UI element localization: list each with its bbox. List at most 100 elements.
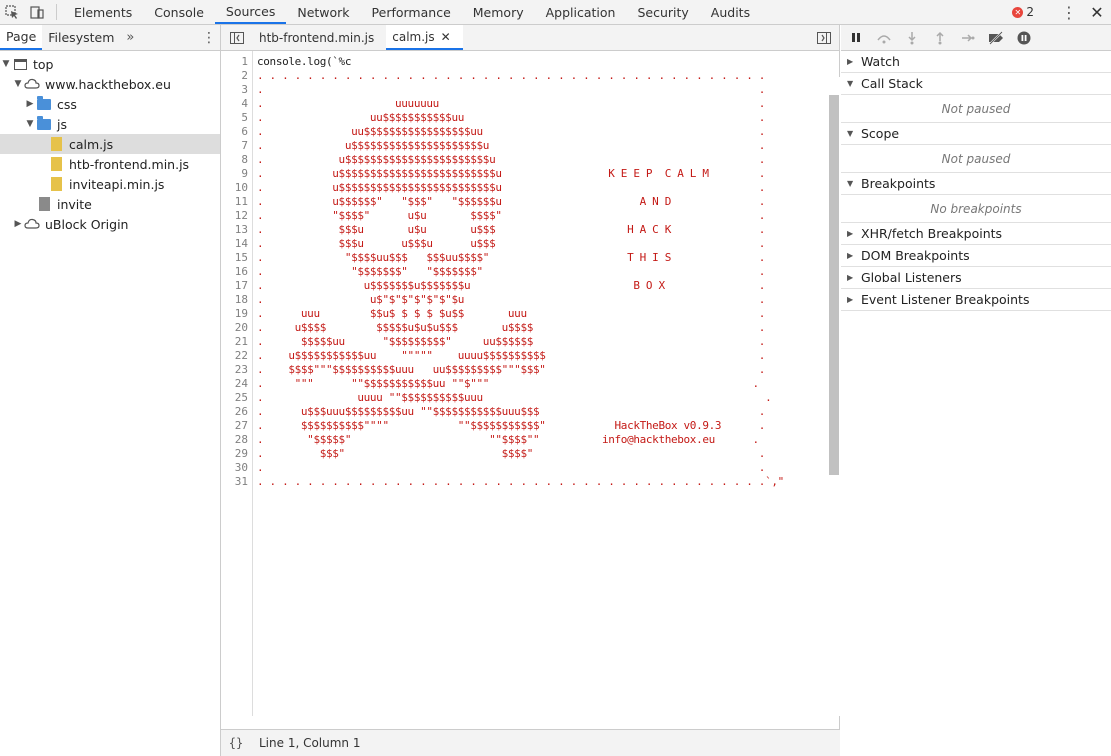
error-counter[interactable]: ✕ 2 <box>1004 5 1042 19</box>
close-tab-icon[interactable]: ✕ <box>441 30 451 44</box>
section-watch[interactable]: ▶ Watch <box>841 51 1111 73</box>
kebab-icon[interactable]: ⋮ <box>198 25 220 50</box>
code-line: . $$$u u$u u$$$ H A C K . <box>257 223 766 236</box>
tree-item-js[interactable]: ▼ js <box>0 114 220 134</box>
line-number[interactable]: 15 <box>221 251 252 265</box>
toggle-navigator-icon[interactable] <box>221 25 253 50</box>
line-number[interactable]: 5 <box>221 111 252 125</box>
line-number[interactable]: 12 <box>221 209 252 223</box>
section-title: Breakpoints <box>861 176 936 191</box>
code-line: . uuuu ""$$$$$$$$$$uuu . <box>257 391 772 404</box>
tree-item-css[interactable]: ▶ css <box>0 94 220 114</box>
tree-item-inviteapi[interactable]: inviteapi.min.js <box>0 174 220 194</box>
expand-triangle-icon: ▼ <box>847 129 854 138</box>
line-number[interactable]: 27 <box>221 419 252 433</box>
tree-item-domain[interactable]: ▼ www.hackthebox.eu <box>0 74 220 94</box>
collapse-triangle-icon[interactable]: ▶ <box>12 219 24 229</box>
pretty-print-button[interactable]: {} <box>221 736 251 750</box>
tree-item-ublock[interactable]: ▶ uBlock Origin <box>0 214 220 234</box>
code-line: . """ ""$$$$$$$$$$$uu ""$""" . <box>257 377 759 390</box>
tab-calm-js[interactable]: calm.js ✕ <box>386 25 463 50</box>
code-line: . u$$$uuu$$$$$$$$$uu ""$$$$$$$$$$$uuu$$$… <box>257 405 766 418</box>
tab-application[interactable]: Application <box>535 0 627 24</box>
chevron-right-double-icon[interactable]: » <box>126 25 134 50</box>
tab-page[interactable]: Page <box>0 25 43 50</box>
line-number[interactable]: 21 <box>221 335 252 349</box>
tab-htb-frontend[interactable]: htb-frontend.min.js <box>253 25 386 50</box>
line-number[interactable]: 10 <box>221 181 252 195</box>
tab-security[interactable]: Security <box>626 0 699 24</box>
line-number[interactable]: 20 <box>221 321 252 335</box>
expand-triangle-icon[interactable]: ▼ <box>0 59 12 69</box>
tree-item-top[interactable]: ▼ top <box>0 54 220 74</box>
cloud-icon <box>24 217 40 231</box>
device-toolbar-icon[interactable] <box>25 0 50 24</box>
tab-console[interactable]: Console <box>143 0 215 24</box>
line-number[interactable]: 13 <box>221 223 252 237</box>
line-number[interactable]: 4 <box>221 97 252 111</box>
tree-item-invite[interactable]: invite <box>0 194 220 214</box>
tree-item-label: top <box>33 56 54 72</box>
expand-triangle-icon[interactable]: ▼ <box>12 79 24 89</box>
tab-audits[interactable]: Audits <box>700 0 761 24</box>
line-number[interactable]: 22 <box>221 349 252 363</box>
code-line: . uuuuuuu . <box>257 97 766 110</box>
line-number[interactable]: 25 <box>221 391 252 405</box>
line-number[interactable]: 3 <box>221 83 252 97</box>
tab-filesystem[interactable]: Filesystem <box>42 25 120 50</box>
collapse-triangle-icon: ▶ <box>847 57 854 66</box>
code-area[interactable]: 1 2 3 4 5 6 7 8 9 10 11 12 13 14 15 16 17 18 19 20 21 22 23 24 2… <box>221 51 840 716</box>
line-number[interactable]: 30 <box>221 461 252 475</box>
tab-performance[interactable]: Performance <box>361 0 462 24</box>
tree-item-htb-frontend[interactable]: htb-frontend.min.js <box>0 154 220 174</box>
line-number[interactable]: 8 <box>221 153 252 167</box>
line-number[interactable]: 11 <box>221 195 252 209</box>
section-event-listener-breakpoints[interactable]: ▶ Event Listener Breakpoints <box>841 289 1111 311</box>
tab-memory[interactable]: Memory <box>462 0 535 24</box>
section-xhr-breakpoints[interactable]: ▶ XHR/fetch Breakpoints <box>841 223 1111 245</box>
line-number[interactable]: 18 <box>221 293 252 307</box>
pause-exceptions-icon[interactable] <box>1015 29 1033 47</box>
section-global-listeners[interactable]: ▶ Global Listeners <box>841 267 1111 289</box>
line-number[interactable]: 1 <box>221 55 252 69</box>
kebab-icon[interactable]: ⋮ <box>1055 3 1083 22</box>
tab-elements[interactable]: Elements <box>63 0 143 24</box>
step-icon[interactable] <box>959 29 977 47</box>
step-over-icon[interactable] <box>875 29 893 47</box>
deactivate-breakpoints-icon[interactable] <box>987 29 1005 47</box>
error-count: 2 <box>1026 5 1034 19</box>
line-number[interactable]: 28 <box>221 433 252 447</box>
line-number[interactable]: 6 <box>221 125 252 139</box>
line-number[interactable]: 9 <box>221 167 252 181</box>
section-dom-breakpoints[interactable]: ▶ DOM Breakpoints <box>841 245 1111 267</box>
line-number[interactable]: 16 <box>221 265 252 279</box>
scrollbar-thumb[interactable] <box>829 95 839 475</box>
line-number[interactable]: 14 <box>221 237 252 251</box>
line-number[interactable]: 2 <box>221 69 252 83</box>
step-out-icon[interactable] <box>931 29 949 47</box>
pause-icon[interactable] <box>847 29 865 47</box>
tree-item-calm-js[interactable]: calm.js <box>0 134 220 154</box>
collapse-triangle-icon[interactable]: ▶ <box>24 99 36 109</box>
step-into-icon[interactable] <box>903 29 921 47</box>
inspect-icon[interactable] <box>0 0 25 24</box>
line-number[interactable]: 31 <box>221 475 252 489</box>
line-number[interactable]: 29 <box>221 447 252 461</box>
close-icon[interactable]: ✕ <box>1083 3 1111 22</box>
section-breakpoints[interactable]: ▼ Breakpoints <box>841 173 1111 195</box>
vertical-scrollbar[interactable] <box>825 77 840 716</box>
line-number[interactable]: 23 <box>221 363 252 377</box>
line-number[interactable]: 7 <box>221 139 252 153</box>
tab-network[interactable]: Network <box>286 0 360 24</box>
line-number[interactable]: 17 <box>221 279 252 293</box>
expand-triangle-icon[interactable]: ▼ <box>24 119 36 129</box>
toggle-debugger-icon[interactable] <box>809 25 839 50</box>
section-scope[interactable]: ▼ Scope <box>841 123 1111 145</box>
tab-sources[interactable]: Sources <box>214 0 287 24</box>
section-call-stack[interactable]: ▼ Call Stack <box>841 73 1111 95</box>
navigator-pane: Page Filesystem » ⋮ ▼ top ▼ www.hacktheb… <box>0 25 221 756</box>
line-number[interactable]: 26 <box>221 405 252 419</box>
line-number[interactable]: 19 <box>221 307 252 321</box>
line-number[interactable]: 24 <box>221 377 252 391</box>
toolbar-right: ✕ 2 ⋮ ✕ <box>1004 0 1111 24</box>
